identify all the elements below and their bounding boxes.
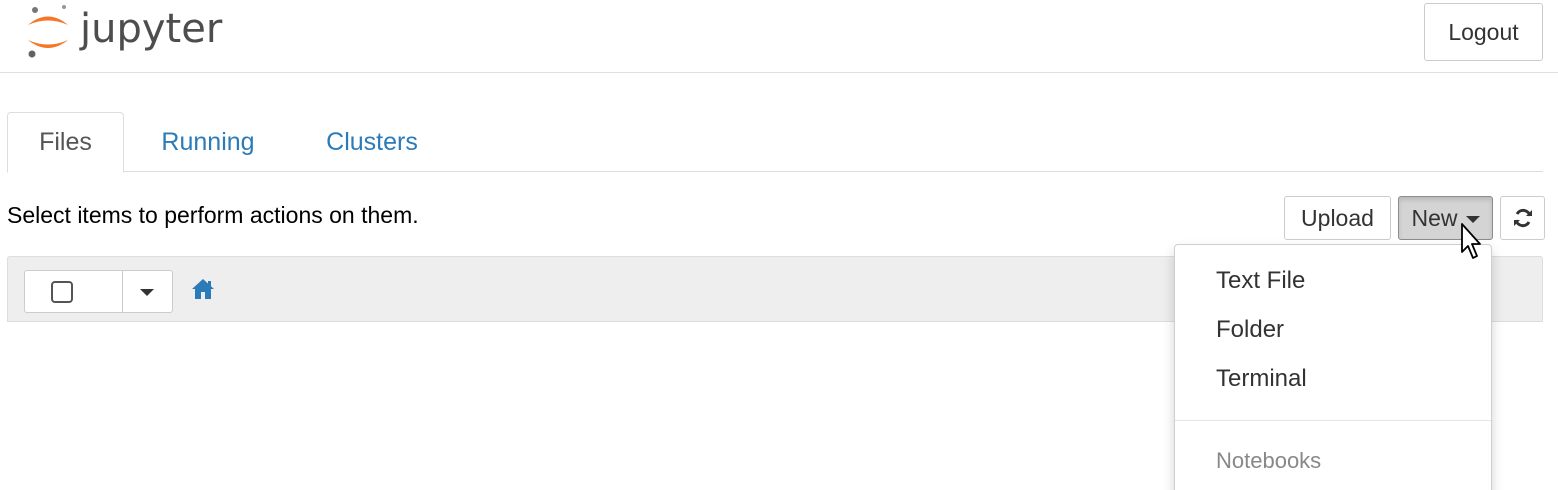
home-icon[interactable] — [191, 278, 215, 300]
logo-wordmark: jupyter — [79, 6, 223, 52]
tab-bar: Files Running Clusters — [7, 112, 1543, 173]
tab-files[interactable]: Files — [7, 112, 124, 173]
header-bar: jupyter Logout — [0, 0, 1558, 73]
menu-item-folder[interactable]: Folder — [1216, 316, 1284, 344]
menu-section-header-notebooks: Notebooks — [1216, 448, 1322, 473]
select-divider — [122, 271, 123, 312]
select-options-chevron-down-icon[interactable] — [140, 289, 154, 296]
refresh-button[interactable] — [1500, 196, 1545, 240]
tab-clusters[interactable]: Clusters — [307, 112, 437, 172]
menu-item-text-file[interactable]: Text File — [1216, 267, 1305, 295]
logout-button[interactable]: Logout — [1424, 3, 1543, 61]
menu-divider — [1175, 420, 1491, 421]
upload-button[interactable]: Upload — [1284, 196, 1391, 240]
tab-running[interactable]: Running — [143, 112, 273, 172]
refresh-icon — [1513, 208, 1532, 228]
new-dropdown-menu: Text File Folder Terminal Notebooks — [1174, 244, 1492, 490]
menu-item-terminal[interactable]: Terminal — [1216, 365, 1307, 393]
jupyter-logo[interactable]: jupyter — [24, 4, 244, 60]
select-all-checkbox[interactable] — [51, 281, 73, 303]
new-button-label: New — [1411, 204, 1458, 231]
instructions-text: Select items to perform actions on them. — [7, 202, 419, 228]
mouse-pointer-icon — [1461, 223, 1481, 259]
select-all-control — [24, 270, 173, 313]
